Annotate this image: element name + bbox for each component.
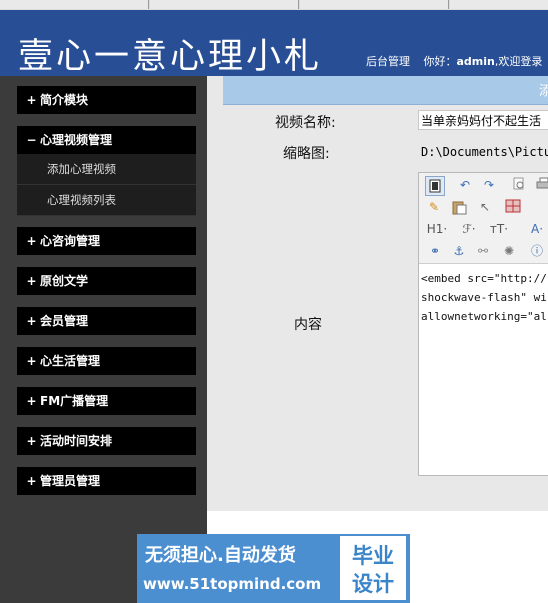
thumbnail-file-input[interactable]: D:\Documents\Pictur [418,141,548,161]
content-header-bar: 添 [223,76,548,105]
sidebar-item-label: 心理视频管理 [40,133,113,147]
greeting-prefix: 你好： [423,55,457,68]
watermark-badge-line1: 毕业 [352,544,394,568]
sidebar-item-video-management[interactable]: − 心理视频管理 [17,126,196,154]
watermark-banner: 无须担心.自动发货 www.51topmind.com 毕业 设计 [137,534,410,603]
content-header-title: 添 [538,84,548,99]
sidebar-item-label: 原创文学 [40,274,89,288]
greeting: 你好：admin,欢迎登录 [424,55,543,68]
expand-icon: + [26,314,37,328]
browser-tab[interactable] [150,0,299,9]
submenu-item-video-list[interactable]: 心理视频列表 [17,185,196,216]
font-color-icon[interactable]: A· [525,221,548,237]
watermark-badge: 毕业 设计 [340,536,406,600]
heading-icon[interactable]: H1· [425,221,449,237]
site-title: 壹心一意心理小札 [18,37,323,77]
expand-icon: + [26,274,37,288]
editor-content[interactable]: <embed src="http:// shockwave-flash" wi al… [421,269,547,326]
greeting-suffix: ,欢迎登录 [494,55,543,68]
browser-tab[interactable] [300,0,449,9]
admin-link[interactable]: 后台管理 [366,55,410,68]
sidebar-item-fm-radio[interactable]: + FM广播管理 [17,387,196,415]
video-submenu: 添加心理视频 心理视频列表 [17,154,196,216]
table-icon[interactable] [505,199,521,215]
editor-line: allownetworking="al [421,310,547,323]
expand-icon: + [26,474,37,488]
sidebar-item-label: 管理员管理 [40,474,101,488]
sidebar: + 简介模块 − 心理视频管理 添加心理视频 心理视频列表 + 心咨询管理 + 原创文学… [0,76,207,603]
thumbnail-label: 缩略图: [283,146,330,162]
sidebar-item-schedule[interactable]: + 活动时间安排 [17,427,196,455]
username: admin [456,55,495,68]
cleanup-icon[interactable]: ✎ [426,199,442,215]
sidebar-item-label: 心生活管理 [40,354,101,368]
video-name-label: 视频名称: [275,115,336,131]
sidebar-item-members[interactable]: + 会员管理 [17,307,196,335]
expand-icon: + [26,394,37,408]
undo-icon[interactable]: ↶ [457,177,473,193]
sidebar-item-label: 简介模块 [40,93,89,107]
sidebar-item-label: 活动时间安排 [40,434,113,448]
help-icon[interactable]: ⓘ [529,243,545,259]
print-icon[interactable] [536,177,548,193]
expand-icon: + [26,234,37,248]
collapse-icon: − [26,133,37,147]
source-icon[interactable] [425,176,445,196]
sidebar-item-intro[interactable]: + 简介模块 [17,86,196,114]
sidebar-item-admins[interactable]: + 管理员管理 [17,467,196,495]
anchor-icon[interactable]: ⚓ [451,243,467,259]
rich-text-editor[interactable]: ↶ ↷ ✎ ↖ H1· ℱ· тT· A· ⚭ ⚓ ⚯ ✺ ⓘ <embed s… [418,172,548,476]
flash-icon[interactable]: ✺ [501,243,517,259]
editor-line: <embed src="http:// [421,272,547,285]
main-content: 添 视频名称: 当单亲妈妈付不起生活 缩略图: D:\Documents\Pic… [207,76,548,511]
watermark-text-block: 无须担心.自动发货 www.51topmind.com [137,534,338,603]
video-name-input[interactable]: 当单亲妈妈付不起生活 [418,110,548,130]
expand-icon: + [26,93,37,107]
preview-icon[interactable] [511,177,527,193]
submenu-item-add-video[interactable]: 添加心理视频 [17,154,196,185]
paste-icon[interactable] [451,199,467,215]
unlink-icon[interactable]: ⚯ [475,243,491,259]
browser-tab[interactable] [0,0,149,9]
browser-tab[interactable] [450,0,548,9]
expand-icon: + [26,434,37,448]
expand-icon: + [26,354,37,368]
watermark-slogan: 无须担心.自动发货 [145,545,296,566]
redo-icon[interactable]: ↷ [481,177,497,193]
content-label: 内容 [294,317,322,333]
sidebar-item-literature[interactable]: + 原创文学 [17,267,196,295]
sidebar-item-life[interactable]: + 心生活管理 [17,347,196,375]
link-icon[interactable]: ⚭ [427,243,443,259]
editor-toolbar: ↶ ↷ ✎ ↖ H1· ℱ· тT· A· ⚭ ⚓ ⚯ ✺ ⓘ [419,173,548,264]
sidebar-item-label: 会员管理 [40,314,89,328]
editor-line: shockwave-flash" wi [421,291,547,304]
font-family-icon[interactable]: ℱ· [457,221,481,237]
font-size-icon[interactable]: тT· [487,221,511,237]
select-icon[interactable]: ↖ [477,199,493,215]
sidebar-item-consulting[interactable]: + 心咨询管理 [17,227,196,255]
site-header: 壹心一意心理小札 后台管理 你好：admin,欢迎登录 [0,10,548,77]
sidebar-item-label: 心咨询管理 [40,234,101,248]
watermark-url: www.51topmind.com [143,575,322,593]
watermark-badge-line2: 设计 [352,572,394,596]
header-nav: 后台管理 你好：admin,欢迎登录 [366,53,548,69]
sidebar-item-label: FM广播管理 [40,394,109,408]
